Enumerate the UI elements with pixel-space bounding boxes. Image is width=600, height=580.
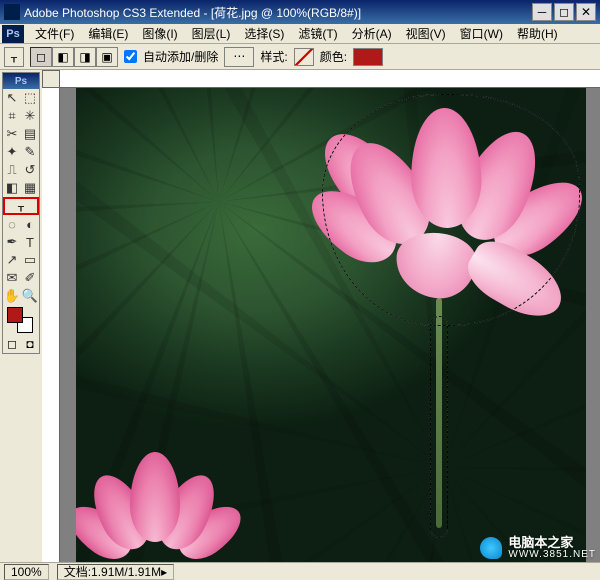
- tool-eyedropper[interactable]: ✐: [21, 269, 39, 287]
- tool-type[interactable]: T: [21, 233, 39, 251]
- menu-image[interactable]: 图像(I): [135, 23, 184, 44]
- menu-filter[interactable]: 滤镜(T): [291, 23, 344, 44]
- active-tool-icon[interactable]: ᚁ: [4, 47, 24, 67]
- menu-layer[interactable]: 图层(L): [185, 23, 238, 44]
- tool-lasso[interactable]: ⌗: [3, 107, 21, 125]
- watermark-icon: [480, 537, 502, 559]
- tool-magnetic-lasso-highlighted[interactable]: ᚁ: [3, 197, 39, 215]
- standard-mode-icon[interactable]: ◻: [3, 335, 21, 353]
- toolbox: Ps ↖ ⬚ ⌗ ✳ ✂ ▤ ✦ ✎ ⎍ ↺ ◧ ▦ ᚁ ◌ ◐ ✒ T: [2, 72, 40, 354]
- tool-notes[interactable]: ✉: [3, 269, 21, 287]
- menu-bar: Ps 文件(F) 编辑(E) 图像(I) 图层(L) 选择(S) 滤镜(T) 分…: [0, 24, 600, 44]
- lotus-flower-small: [80, 452, 230, 562]
- ruler-top: [60, 70, 600, 88]
- tool-history-brush[interactable]: ↺: [21, 161, 39, 179]
- menu-view[interactable]: 视图(V): [399, 23, 453, 44]
- tool-shape[interactable]: ▭: [21, 251, 39, 269]
- canvas-area[interactable]: [42, 70, 600, 562]
- foreground-color[interactable]: [7, 307, 23, 323]
- menu-file[interactable]: 文件(F): [28, 23, 81, 44]
- menu-help[interactable]: 帮助(H): [510, 23, 565, 44]
- options-bar: ᚁ ◻ ◧ ◨ ▣ 自动添加/删除 ⋯ 样式: 颜色:: [0, 44, 600, 70]
- doc-size-value: 1.91M/1.91M: [91, 565, 161, 579]
- menu-window[interactable]: 窗口(W): [453, 23, 510, 44]
- tool-path-sel[interactable]: ↗: [3, 251, 21, 269]
- doc-size-dropdown-icon[interactable]: ▸: [161, 565, 167, 579]
- auto-add-label: 自动添加/删除: [143, 48, 218, 65]
- menu-analysis[interactable]: 分析(A): [345, 23, 399, 44]
- watermark-url: WWW.3851.NET: [508, 550, 596, 561]
- tool-eraser[interactable]: ◧: [3, 179, 21, 197]
- no-style-icon[interactable]: [294, 48, 314, 66]
- tool-zoom[interactable]: 🔍: [21, 287, 39, 305]
- doc-size-label: 文档:: [64, 563, 91, 580]
- title-doc: [荷花.jpg @ 100%(RGB/8#)]: [211, 6, 361, 20]
- tool-gradient[interactable]: ▦: [21, 179, 39, 197]
- zoom-level[interactable]: 100%: [4, 564, 49, 580]
- sel-int-icon[interactable]: ▣: [96, 47, 118, 67]
- watermark: 电脑本之家 WWW.3851.NET: [480, 536, 596, 560]
- tool-slice[interactable]: ▤: [21, 125, 39, 143]
- title-app: Adobe Photoshop CS3 Extended: [24, 6, 200, 20]
- tool-stamp[interactable]: ⎍: [3, 161, 21, 179]
- status-bar: 100% 文档: 1.91M/1.91M ▸: [0, 562, 600, 580]
- tool-pen[interactable]: ✒: [3, 233, 21, 251]
- app-icon: [4, 4, 20, 20]
- ps-logo-icon: Ps: [2, 25, 24, 43]
- sel-add-icon[interactable]: ◧: [52, 47, 74, 67]
- sel-new-icon[interactable]: ◻: [30, 47, 52, 67]
- refine-edge-button[interactable]: ⋯: [224, 47, 254, 67]
- tool-blur[interactable]: ◌: [3, 215, 21, 233]
- menu-edit[interactable]: 编辑(E): [81, 23, 135, 44]
- selection-marching-ants-stem: [430, 316, 448, 538]
- quickmask-mode-icon[interactable]: ◘: [21, 335, 39, 353]
- minimize-button[interactable]: ─: [532, 3, 552, 21]
- tool-crop[interactable]: ✂: [3, 125, 21, 143]
- tool-dodge[interactable]: ◐: [21, 215, 39, 233]
- maximize-button[interactable]: ◻: [554, 3, 574, 21]
- tool-marquee[interactable]: ⬚: [21, 89, 39, 107]
- doc-size: 文档: 1.91M/1.91M ▸: [57, 564, 174, 580]
- tool-hand[interactable]: ✋: [3, 287, 21, 305]
- close-button[interactable]: ✕: [576, 3, 596, 21]
- menu-select[interactable]: 选择(S): [237, 23, 291, 44]
- auto-add-checkbox[interactable]: [124, 50, 137, 63]
- color-picker[interactable]: [3, 305, 39, 335]
- color-swatch[interactable]: [353, 48, 383, 66]
- ruler-corner: [42, 70, 60, 88]
- toolbox-header: Ps: [3, 73, 39, 89]
- tool-move[interactable]: ↖: [3, 89, 21, 107]
- tool-magic-wand[interactable]: ✳: [21, 107, 39, 125]
- ruler-left: [42, 70, 60, 562]
- style-label: 样式:: [260, 48, 287, 65]
- title-bar: Adobe Photoshop CS3 Extended - [荷花.jpg @…: [0, 0, 600, 24]
- document-image[interactable]: [76, 88, 586, 562]
- color-label: 颜色:: [320, 48, 347, 65]
- sel-sub-icon[interactable]: ◨: [74, 47, 96, 67]
- watermark-name: 电脑本之家: [508, 536, 596, 550]
- tool-brush[interactable]: ✎: [21, 143, 39, 161]
- title-text: Adobe Photoshop CS3 Extended - [荷花.jpg @…: [24, 4, 530, 21]
- tool-healing[interactable]: ✦: [3, 143, 21, 161]
